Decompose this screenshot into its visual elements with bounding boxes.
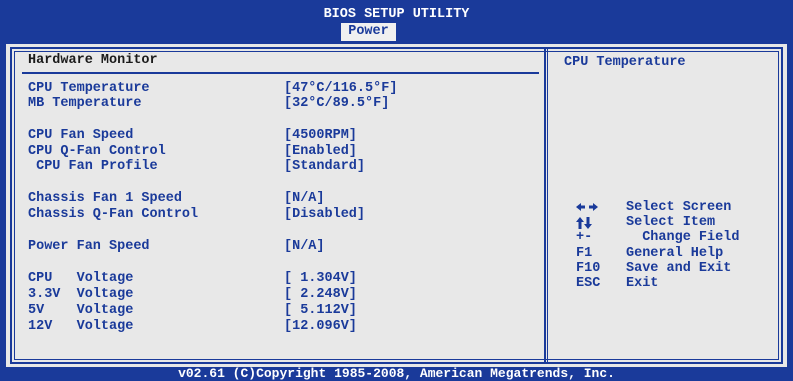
row-label: CPU Q-Fan Control: [28, 144, 166, 159]
key-row-select-screen: Select Screen: [576, 200, 731, 215]
key-desc: Exit: [626, 275, 659, 291]
key-desc: Save and Exit: [626, 260, 732, 276]
help-title: CPU Temperature: [564, 55, 686, 70]
row-value: [ 5.112V]: [284, 303, 357, 318]
section-rule: [22, 72, 539, 74]
key-label: F10: [576, 260, 601, 276]
row-label: Chassis Fan 1 Speed: [28, 191, 182, 206]
row-value: [N/A]: [284, 191, 325, 206]
key-row-exit: ESC Exit: [576, 275, 658, 291]
key-row-change-field: +- Change Field: [576, 230, 739, 246]
panel-divider: [544, 47, 548, 364]
row-value: [12.096V]: [284, 319, 357, 334]
key-legend: Select Screen Select Item +- Change Fiel…: [576, 200, 739, 291]
row-value: [Standard]: [284, 159, 366, 174]
key-row-select-item: Select Item: [576, 215, 715, 230]
row-label: 12V Voltage: [28, 319, 134, 334]
row-value: [Disabled]: [284, 207, 366, 222]
key-desc: Select Screen: [626, 200, 732, 215]
key-desc: General Help: [626, 245, 724, 261]
key-desc: Select Item: [626, 215, 716, 231]
section-title: Hardware Monitor: [28, 53, 158, 68]
key-label: ESC: [576, 275, 601, 291]
main-panel: Hardware Monitor CPU Temperature [47°C/1…: [6, 44, 787, 367]
row-value: [ 1.304V]: [284, 271, 357, 286]
title-bar: BIOS SETUP UTILITY Power: [0, 0, 793, 44]
row-value: [32°C/89.5°F]: [284, 96, 390, 111]
row-value: [N/A]: [284, 239, 325, 254]
copyright-footer: v02.61 (C)Copyright 1985-2008, American …: [0, 367, 793, 380]
key-row-general-help: F1 General Help: [576, 245, 723, 261]
row-value: [Enabled]: [284, 144, 357, 159]
row-label: CPU Temperature: [28, 81, 150, 96]
row-value: [47°C/116.5°F]: [284, 81, 398, 96]
row-value: [ 2.248V]: [284, 287, 357, 302]
key-label: F1: [576, 245, 593, 261]
app-title: BIOS SETUP UTILITY: [323, 7, 470, 22]
row-label: CPU Voltage: [28, 271, 134, 286]
key-desc: Change Field: [626, 230, 740, 246]
row-label: Power Fan Speed: [28, 239, 150, 254]
row-label: CPU Fan Profile: [28, 159, 158, 174]
key-row-save-exit: F10 Save and Exit: [576, 260, 731, 276]
row-label: 3.3V Voltage: [28, 287, 134, 302]
row-value: [4500RPM]: [284, 128, 357, 143]
row-label: Chassis Q-Fan Control: [28, 207, 199, 222]
tab-power[interactable]: Power: [341, 23, 396, 41]
key-label: +-: [576, 230, 593, 246]
row-label: MB Temperature: [28, 96, 142, 111]
row-label: CPU Fan Speed: [28, 128, 134, 143]
row-label: 5V Voltage: [28, 303, 134, 318]
